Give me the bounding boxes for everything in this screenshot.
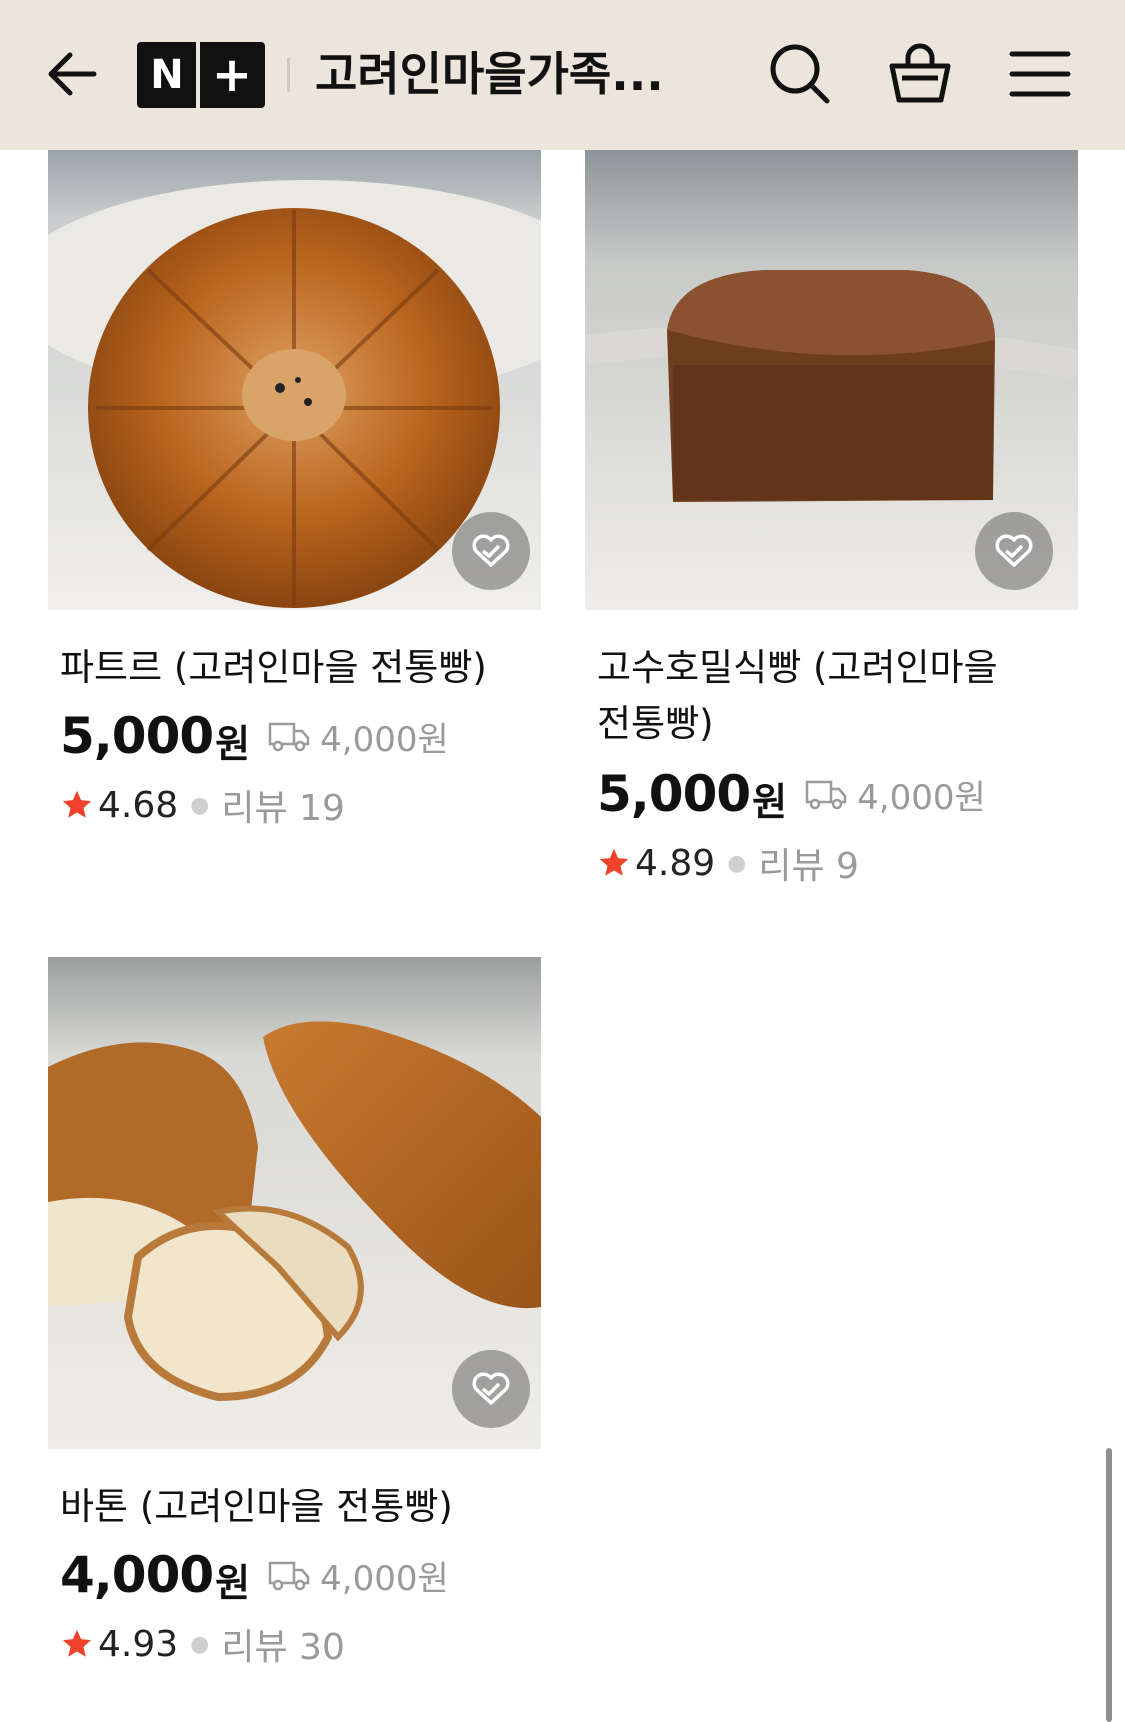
star-icon — [62, 790, 92, 818]
separator-dot: ● — [727, 850, 747, 876]
delivery-truck-icon — [268, 722, 310, 752]
delivery-truck-icon — [805, 780, 847, 810]
star-icon — [62, 1629, 92, 1657]
separator-dot: ● — [190, 792, 210, 818]
rating-row: 4.68 ● 리뷰 19 — [60, 778, 345, 832]
store-title[interactable]: 고려인마을가족... — [315, 38, 695, 110]
product-name[interactable]: 고수호밀식빵 (고려인마을 전통빵) — [597, 640, 1037, 752]
review-count[interactable]: 리뷰 19 — [221, 779, 345, 831]
price-row: 5,000 원 4,000원 — [60, 704, 449, 768]
search-icon[interactable] — [766, 40, 834, 108]
shipping-fee: 4,000원 — [268, 712, 449, 761]
separator-dot: ● — [190, 1631, 210, 1657]
rating-row: 4.93 ● 리뷰 30 — [60, 1617, 345, 1671]
zzim-heart-icon[interactable] — [452, 1350, 530, 1428]
back-arrow-icon[interactable] — [44, 46, 100, 102]
price-row: 5,000 원 4,000원 — [597, 762, 986, 826]
top-app-bar: N + 고려인마을가족... — [0, 0, 1125, 150]
rating-value: 4.93 — [98, 1623, 179, 1665]
shipping-fee-value: 4,000원 — [320, 719, 449, 760]
product-price: 5,000 — [60, 707, 214, 765]
review-count[interactable]: 리뷰 30 — [221, 1618, 345, 1670]
zzim-heart-icon[interactable] — [975, 512, 1053, 590]
logo-n: N — [150, 52, 184, 98]
patr-round-bread-photo[interactable] — [48, 150, 541, 610]
zzim-heart-icon[interactable] — [452, 512, 530, 590]
rye-loaf-photo[interactable] — [585, 150, 1078, 610]
price-currency: 원 — [752, 779, 788, 824]
naver-plus-logo[interactable]: N + — [137, 42, 265, 108]
shopping-basket-icon[interactable] — [886, 40, 954, 108]
product-card[interactable]: 바톤 (고려인마을 전통빵) 4,000 원 4,000원 4.93 ● 리뷰 … — [48, 957, 541, 1668]
vertical-scrollbar[interactable] — [1106, 1448, 1112, 1722]
rating-row: 4.89 ● 리뷰 9 — [597, 836, 859, 890]
delivery-truck-icon — [268, 1561, 310, 1591]
price-currency: 원 — [215, 721, 251, 766]
rating-value: 4.89 — [635, 842, 716, 884]
hamburger-menu-icon[interactable] — [1006, 40, 1074, 108]
shipping-fee-value: 4,000원 — [857, 777, 986, 818]
logo-plus: + — [211, 47, 253, 103]
shipping-fee-value: 4,000원 — [320, 1558, 449, 1599]
price-row: 4,000 원 4,000원 — [60, 1543, 449, 1607]
star-icon — [599, 848, 629, 876]
product-name[interactable]: 파트르 (고려인마을 전통빵) — [60, 640, 530, 696]
rating-value: 4.68 — [98, 784, 179, 826]
review-count[interactable]: 리뷰 9 — [758, 837, 859, 889]
baton-bread-photo[interactable] — [48, 957, 541, 1449]
product-price: 5,000 — [597, 765, 751, 823]
product-name[interactable]: 바톤 (고려인마을 전통빵) — [60, 1479, 530, 1535]
shipping-fee: 4,000원 — [805, 770, 986, 819]
product-card[interactable]: 고수호밀식빵 (고려인마을 전통빵) 5,000 원 4,000원 4.89 ●… — [585, 150, 1078, 900]
price-currency: 원 — [215, 1560, 251, 1605]
product-price: 4,000 — [60, 1546, 214, 1604]
product-card[interactable]: 파트르 (고려인마을 전통빵) 5,000 원 4,000원 4.68 ● 리뷰… — [48, 150, 541, 850]
header-divider — [287, 58, 290, 92]
shipping-fee: 4,000원 — [268, 1551, 449, 1600]
